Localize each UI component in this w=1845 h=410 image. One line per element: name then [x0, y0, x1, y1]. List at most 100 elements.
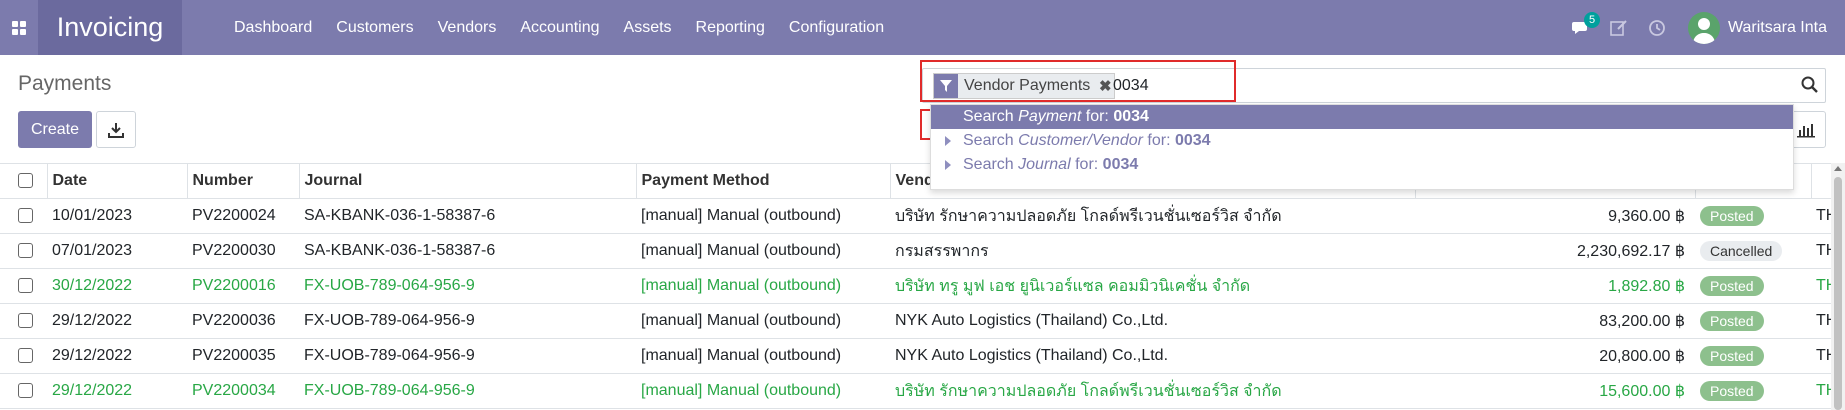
cell-number: PV2200016	[187, 268, 299, 304]
select-all-checkbox[interactable]	[18, 173, 33, 189]
page-title[interactable]: Payments	[18, 72, 111, 96]
filter-icon	[934, 74, 958, 98]
autocomplete-item-journal[interactable]: Search Journal for: 0034	[931, 153, 1793, 177]
cell-partner: บริษัท รักษาความปลอดภัย โกลด์พรีเวนชั่นเ…	[890, 198, 1415, 234]
expand-caret-icon[interactable]	[945, 136, 951, 146]
cell-status: Posted	[1695, 268, 1811, 304]
row-select-cell	[0, 303, 47, 339]
select-all-header	[0, 163, 48, 199]
autocomplete-item-customer-vendor[interactable]: Search Customer/Vendor for: 0034	[931, 129, 1793, 153]
facet-remove-icon[interactable]: ✖	[1096, 74, 1114, 98]
row-checkbox[interactable]	[18, 243, 33, 259]
cell-date: 10/01/2023	[47, 198, 187, 234]
suggestion-value: 0034	[1102, 156, 1139, 173]
cell-date: 30/12/2022	[47, 268, 187, 304]
create-button[interactable]: Create	[18, 111, 92, 148]
top-navbar: Invoicing Dashboard Customers Vendors Ac…	[0, 0, 1845, 55]
suggestion-middle: for:	[1085, 108, 1109, 125]
apps-menu-button[interactable]	[0, 0, 38, 55]
column-header-number[interactable]: Number	[187, 163, 300, 199]
suggestion-value: 0034	[1113, 108, 1149, 125]
app-brand[interactable]: Invoicing	[38, 0, 182, 55]
user-avatar[interactable]	[1688, 11, 1720, 44]
navbar-systray: 5 Waritsara Inta	[1562, 0, 1845, 55]
cell-date: 29/12/2022	[47, 303, 187, 339]
messages-button[interactable]: 5	[1562, 0, 1601, 55]
facet-label: Vendor Payments	[964, 77, 1091, 94]
cell-journal: FX-UOB-789-064-956-9	[299, 268, 636, 304]
cell-number: PV2200030	[187, 233, 299, 269]
column-header-journal[interactable]: Journal	[299, 163, 637, 199]
autocomplete-item-payment[interactable]: Search Payment for: 0034	[931, 105, 1793, 129]
row-select-cell	[0, 198, 47, 234]
suggestion-prefix: Search	[963, 132, 1014, 149]
table-row[interactable]: 30/12/2022 PV2200016 FX-UOB-789-064-956-9[…	[0, 268, 1845, 304]
row-checkbox[interactable]	[18, 383, 33, 399]
suggestion-middle: for:	[1075, 156, 1099, 173]
search-icon[interactable]	[1801, 76, 1819, 94]
cell-journal: FX-UOB-789-064-956-9	[299, 373, 636, 409]
table-row[interactable]: 10/01/2023 PV2200024 SA-KBANK-036-1-58387-…	[0, 198, 1845, 234]
menu-item-accounting[interactable]: Accounting	[508, 19, 611, 37]
cell-amount: 2,230,692.17 ฿	[1415, 233, 1695, 269]
menu-item-dashboard[interactable]: Dashboard	[222, 19, 324, 37]
cell-date: 07/01/2023	[47, 233, 187, 269]
cell-partner: บริษัท รักษาความปลอดภัย โกลด์พรีเวนชั่นเ…	[890, 373, 1415, 409]
suggestion-field: Customer/Vendor	[1018, 132, 1143, 149]
menu-item-reporting[interactable]: Reporting	[684, 19, 777, 37]
expand-caret-icon[interactable]	[945, 160, 951, 170]
cell-journal: SA-KBANK-036-1-58387-6	[299, 233, 636, 269]
row-checkbox[interactable]	[18, 208, 33, 224]
column-header-payment-method[interactable]: Payment Method	[636, 163, 891, 199]
table-row[interactable]: 29/12/2022 PV2200034 FX-UOB-789-064-956-9[…	[0, 373, 1845, 409]
row-checkbox[interactable]	[18, 348, 33, 364]
suggestion-field: Payment	[1018, 108, 1082, 125]
search-bar[interactable]: Vendor Payments ✖	[922, 68, 1826, 103]
scroll-up-icon[interactable]	[1834, 166, 1842, 171]
column-header-date[interactable]: Date	[47, 163, 188, 199]
messages-count-badge: 5	[1584, 12, 1601, 28]
edit-icon	[1610, 19, 1627, 36]
table-row[interactable]: 07/01/2023 PV2200030 SA-KBANK-036-1-58387-…	[0, 233, 1845, 269]
activity-button[interactable]	[1600, 0, 1638, 55]
menu-item-vendors[interactable]: Vendors	[426, 19, 509, 37]
cell-journal: SA-KBANK-036-1-58387-6	[299, 198, 636, 234]
suggestion-prefix: Search	[963, 156, 1014, 173]
suggestion-field: Journal	[1018, 156, 1071, 173]
list-scrollbar[interactable]	[1831, 163, 1845, 410]
table-row[interactable]: 29/12/2022 PV2200036 FX-UOB-789-064-956-9[…	[0, 303, 1845, 339]
row-checkbox[interactable]	[18, 278, 33, 294]
status-badge: Posted	[1700, 276, 1764, 296]
cell-partner: NYK Auto Logistics (Thailand) Co.,Ltd.	[890, 338, 1415, 374]
filter-facet[interactable]: Vendor Payments ✖	[933, 73, 1116, 99]
cell-number: PV2200036	[187, 303, 299, 339]
scrollbar-thumb[interactable]	[1834, 177, 1842, 410]
cell-payment-method: [manual] Manual (outbound)	[636, 268, 890, 304]
row-select-cell	[0, 268, 47, 304]
search-input[interactable]	[1113, 72, 1713, 100]
payments-table: Date Number Journal Payment Method Vendo…	[0, 163, 1845, 409]
menu-item-assets[interactable]: Assets	[612, 19, 684, 37]
menu-item-customers[interactable]: Customers	[324, 19, 425, 37]
download-icon	[108, 122, 124, 138]
status-badge: Posted	[1700, 346, 1764, 366]
cell-number: PV2200035	[187, 338, 299, 374]
export-button[interactable]	[96, 111, 136, 148]
status-badge: Posted	[1700, 311, 1764, 331]
suggestion-prefix: Search	[963, 108, 1014, 125]
suggestion-middle: for:	[1147, 132, 1171, 149]
cell-status: Cancelled	[1695, 233, 1811, 269]
user-name[interactable]: Waritsara Inta	[1728, 19, 1827, 37]
search-autocomplete: Search Payment for: 0034 Search Customer…	[930, 104, 1794, 190]
timer-button[interactable]	[1638, 0, 1676, 55]
table-row[interactable]: 29/12/2022 PV2200035 FX-UOB-789-064-956-9[…	[0, 338, 1845, 374]
cell-amount: 20,800.00 ฿	[1415, 338, 1695, 374]
row-select-cell	[0, 373, 47, 409]
menu-item-configuration[interactable]: Configuration	[777, 19, 896, 37]
cell-status: Posted	[1695, 373, 1811, 409]
cell-payment-method: [manual] Manual (outbound)	[636, 338, 890, 374]
row-checkbox[interactable]	[18, 313, 33, 329]
status-badge: Cancelled	[1700, 241, 1783, 261]
status-badge: Posted	[1700, 206, 1764, 226]
cell-partner: บริษัท ทรู มูฟ เอช ยูนิเวอร์แซล คอมมิวนิ…	[890, 268, 1415, 304]
